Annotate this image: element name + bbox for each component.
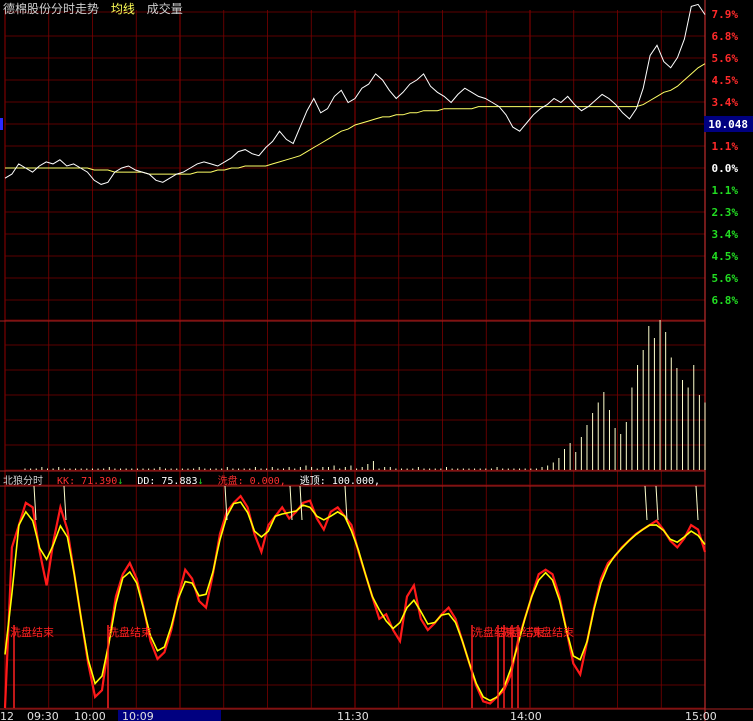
dd-value: DD: 75.883 bbox=[137, 476, 198, 487]
x-tick-label: 15:00 bbox=[685, 710, 717, 721]
y-tick-label: 1.1% bbox=[712, 184, 739, 197]
y-tick-label: 2.3% bbox=[712, 206, 739, 219]
y-tick-label: 4.5% bbox=[712, 250, 739, 263]
volume-legend: 成交量 bbox=[146, 2, 183, 16]
x-tick-label: 09:30 bbox=[27, 710, 59, 721]
indicator-header: 北狼分时 KK: 71.390↓ DD: 75.883↓ 洗盘: 0.000, … bbox=[3, 472, 380, 487]
y-tick-label: 4.5% bbox=[712, 74, 739, 87]
x-tick-label: 10:09 bbox=[122, 710, 154, 721]
y-tick-label: 5.6% bbox=[712, 52, 739, 65]
y-tick-label: 1.1% bbox=[712, 140, 739, 153]
current-price-label: 10.048 bbox=[708, 118, 748, 131]
y-tick-label: 5.6% bbox=[712, 272, 739, 285]
intraday-chart[interactable]: 洗盘结束 洗盘结束 洗盘结束洗盘结束洗盘结束 7.9%6.8%5.6%4.5%3.4… bbox=[0, 0, 753, 721]
x-tick-label: 11:30 bbox=[337, 710, 369, 721]
dd-down-arrow-icon: ↓ bbox=[197, 476, 204, 487]
wash-end-label: 洗盘结束 bbox=[530, 625, 574, 639]
y-tick-label: 7.9% bbox=[712, 8, 739, 21]
y-tick-label: 0.0% bbox=[712, 162, 739, 175]
x-tick-label: 12 bbox=[0, 710, 14, 721]
y-tick-label: 6.8% bbox=[712, 294, 739, 307]
left-marker bbox=[0, 118, 3, 130]
wash-value: 洗盘: 0.000, bbox=[217, 476, 286, 487]
indicator-name: 北狼分时 bbox=[3, 476, 43, 487]
y-tick-label: 6.8% bbox=[712, 30, 739, 43]
y-tick-label: 3.4% bbox=[712, 228, 739, 241]
kk-down-arrow-icon: ↓ bbox=[117, 476, 124, 487]
x-tick-label: 10:00 bbox=[74, 710, 106, 721]
escape-value: 逃顶: 100.000, bbox=[299, 476, 381, 487]
chart-title: 德棉股份分时走势 bbox=[3, 2, 100, 16]
kk-value: KK: 71.390 bbox=[57, 476, 118, 487]
x-tick-label: 14:00 bbox=[510, 710, 542, 721]
y-tick-label: 3.4% bbox=[712, 96, 739, 109]
wash-end-label: 洗盘结束 bbox=[10, 625, 54, 639]
ma-legend: 均线 bbox=[110, 2, 135, 16]
wash-end-label: 洗盘结束 bbox=[108, 625, 152, 639]
chart-header: 德棉股份分时走势 均线 成交量 bbox=[3, 0, 183, 17]
